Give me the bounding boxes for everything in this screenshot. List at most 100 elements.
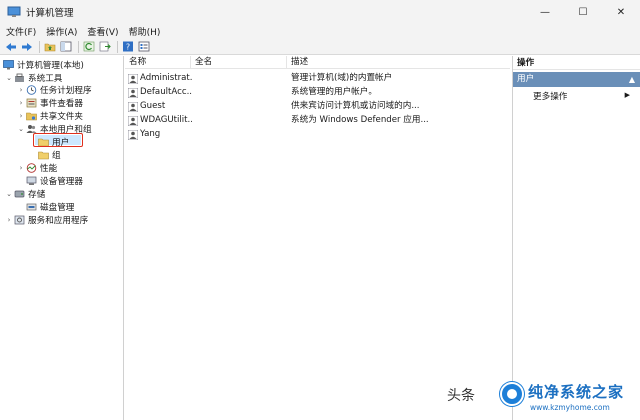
- help-icon[interactable]: ?: [121, 40, 135, 53]
- chevron-right-icon[interactable]: ›: [17, 112, 25, 120]
- system-tools-icon: [14, 73, 25, 83]
- show-hide-tree-icon[interactable]: [59, 40, 73, 53]
- tree-item-label: 计算机管理(本地): [17, 61, 84, 71]
- table-row[interactable]: Administrat... 管理计算机(域)的内置帐户: [125, 72, 510, 85]
- tree-item-label: 磁盘管理: [40, 203, 75, 213]
- watermark-brand: 纯净系统之家: [528, 383, 625, 401]
- user-name: Administrat...: [140, 73, 192, 83]
- properties-icon[interactable]: [137, 40, 151, 53]
- window-title: 计算机管理: [26, 8, 74, 19]
- actions-section-label: 用户: [517, 74, 535, 84]
- refresh-icon[interactable]: [82, 40, 96, 53]
- actions-header: 操作: [513, 56, 640, 70]
- collapse-up-icon[interactable]: ▲: [629, 72, 635, 87]
- maximize-button[interactable]: ☐: [564, 0, 602, 24]
- user-fullname: [195, 128, 285, 141]
- chevron-right-icon[interactable]: ›: [17, 99, 25, 107]
- red-highlight-box: [33, 133, 83, 147]
- storage-icon: [14, 189, 25, 199]
- tree-item-root[interactable]: 计算机管理(本地): [2, 59, 84, 71]
- list-header: 名称 全名 描述: [125, 56, 510, 69]
- folder-up-icon[interactable]: [43, 40, 57, 53]
- user-icon: [127, 101, 139, 113]
- tree-item-system-tools[interactable]: ⌄ 系统工具: [5, 72, 62, 84]
- minimize-button[interactable]: —: [526, 0, 564, 24]
- watermark-source: 头条: [447, 388, 475, 404]
- tree-item-task-scheduler[interactable]: › 任务计划程序: [17, 84, 92, 96]
- actions-pane: 操作 用户 ▲ 更多操作 ▶: [512, 56, 640, 420]
- tree-item-groups[interactable]: 组: [37, 149, 61, 161]
- actions-section-users[interactable]: 用户 ▲: [513, 72, 640, 87]
- table-row[interactable]: WDAGUtilit... 系统为 Windows Defender 应用...: [125, 114, 510, 127]
- user-name: WDAGUtilit...: [140, 115, 192, 125]
- performance-icon: [26, 163, 37, 173]
- chevron-down-icon[interactable]: ⌄: [5, 190, 13, 198]
- menu-action[interactable]: 操作(A): [46, 25, 77, 38]
- tree-item-shared-folders[interactable]: › 共享文件夹: [17, 110, 83, 122]
- tree-item-event-viewer[interactable]: › 事件查看器: [17, 97, 83, 109]
- user-icon: [127, 87, 139, 99]
- user-description: 管理计算机(域)的内置帐户: [291, 73, 393, 83]
- tree-item-label: 存储: [28, 190, 46, 200]
- shared-folder-icon: [26, 111, 37, 121]
- user-fullname: [195, 72, 285, 85]
- user-description: 供来宾访问计算机或访问域的内...: [291, 101, 420, 111]
- toolbar: ?: [0, 39, 640, 55]
- user-fullname: [195, 86, 285, 99]
- user-description: 系统管理的用户帐户。: [291, 87, 377, 97]
- tree-item-performance[interactable]: › 性能: [17, 162, 57, 174]
- column-header-description[interactable]: 描述: [287, 56, 510, 69]
- chevron-right-icon[interactable]: ›: [17, 86, 25, 94]
- submenu-arrow-icon[interactable]: ▶: [625, 91, 630, 99]
- menu-file[interactable]: 文件(F): [6, 25, 36, 38]
- computer-management-icon: [3, 60, 14, 70]
- chevron-right-icon[interactable]: ›: [5, 216, 13, 224]
- tree-item-label: 共享文件夹: [40, 112, 83, 122]
- tree-item-storage[interactable]: ⌄ 存储: [5, 188, 45, 200]
- close-button[interactable]: ✕: [602, 0, 640, 24]
- column-header-fullname[interactable]: 全名: [191, 56, 287, 69]
- user-icon: [127, 129, 139, 141]
- watermark-url: www.kzmyhome.com: [530, 403, 610, 412]
- tree-item-label: 组: [52, 151, 61, 161]
- chevron-down-icon[interactable]: ⌄: [17, 125, 25, 133]
- svg-text:?: ?: [126, 43, 130, 52]
- title-bar: 计算机管理 — ☐ ✕: [0, 0, 640, 24]
- forward-arrow-icon[interactable]: [20, 40, 34, 53]
- chevron-down-icon[interactable]: ⌄: [5, 74, 13, 82]
- device-manager-icon: [26, 176, 37, 186]
- menu-bar: 文件(F) 操作(A) 查看(V) 帮助(H): [0, 24, 640, 39]
- folder-icon: [38, 150, 49, 160]
- tree-item-label: 事件查看器: [40, 99, 83, 109]
- disk-management-icon: [26, 202, 37, 212]
- user-name: Guest: [140, 101, 166, 111]
- user-icon: [127, 73, 139, 85]
- user-description: [291, 128, 507, 141]
- user-fullname: [195, 114, 285, 127]
- tree-item-label: 设备管理器: [40, 177, 83, 187]
- table-row[interactable]: Yang: [125, 128, 510, 141]
- user-list: 名称 全名 描述 Administrat... 管理计算机(域)的内置帐户 De…: [125, 56, 510, 420]
- table-row[interactable]: Guest 供来宾访问计算机或访问域的内...: [125, 100, 510, 113]
- tree-item-services-apps[interactable]: › 服务和应用程序: [5, 214, 88, 226]
- tree-item-label: 系统工具: [28, 74, 63, 84]
- chevron-right-icon[interactable]: ›: [17, 164, 25, 172]
- user-icon: [127, 115, 139, 127]
- tree-item-device-manager[interactable]: 设备管理器: [25, 175, 83, 187]
- column-header-name[interactable]: 名称: [125, 56, 191, 69]
- export-list-icon[interactable]: [98, 40, 112, 53]
- back-arrow-icon[interactable]: [4, 40, 18, 53]
- table-row[interactable]: DefaultAcc... 系统管理的用户帐户。: [125, 86, 510, 99]
- toolbar-separator: [117, 40, 118, 53]
- clock-icon: [26, 85, 37, 95]
- services-icon: [14, 215, 25, 225]
- menu-view[interactable]: 查看(V): [87, 25, 118, 38]
- user-name: DefaultAcc...: [140, 87, 192, 97]
- toolbar-separator: [78, 40, 79, 53]
- more-actions-item[interactable]: 更多操作: [533, 90, 567, 102]
- user-description: 系统为 Windows Defender 应用...: [291, 115, 429, 125]
- tree-item-label: 任务计划程序: [40, 86, 92, 96]
- menu-help[interactable]: 帮助(H): [129, 25, 161, 38]
- tree-item-label: 服务和应用程序: [28, 216, 89, 226]
- tree-item-disk-management[interactable]: 磁盘管理: [25, 201, 74, 213]
